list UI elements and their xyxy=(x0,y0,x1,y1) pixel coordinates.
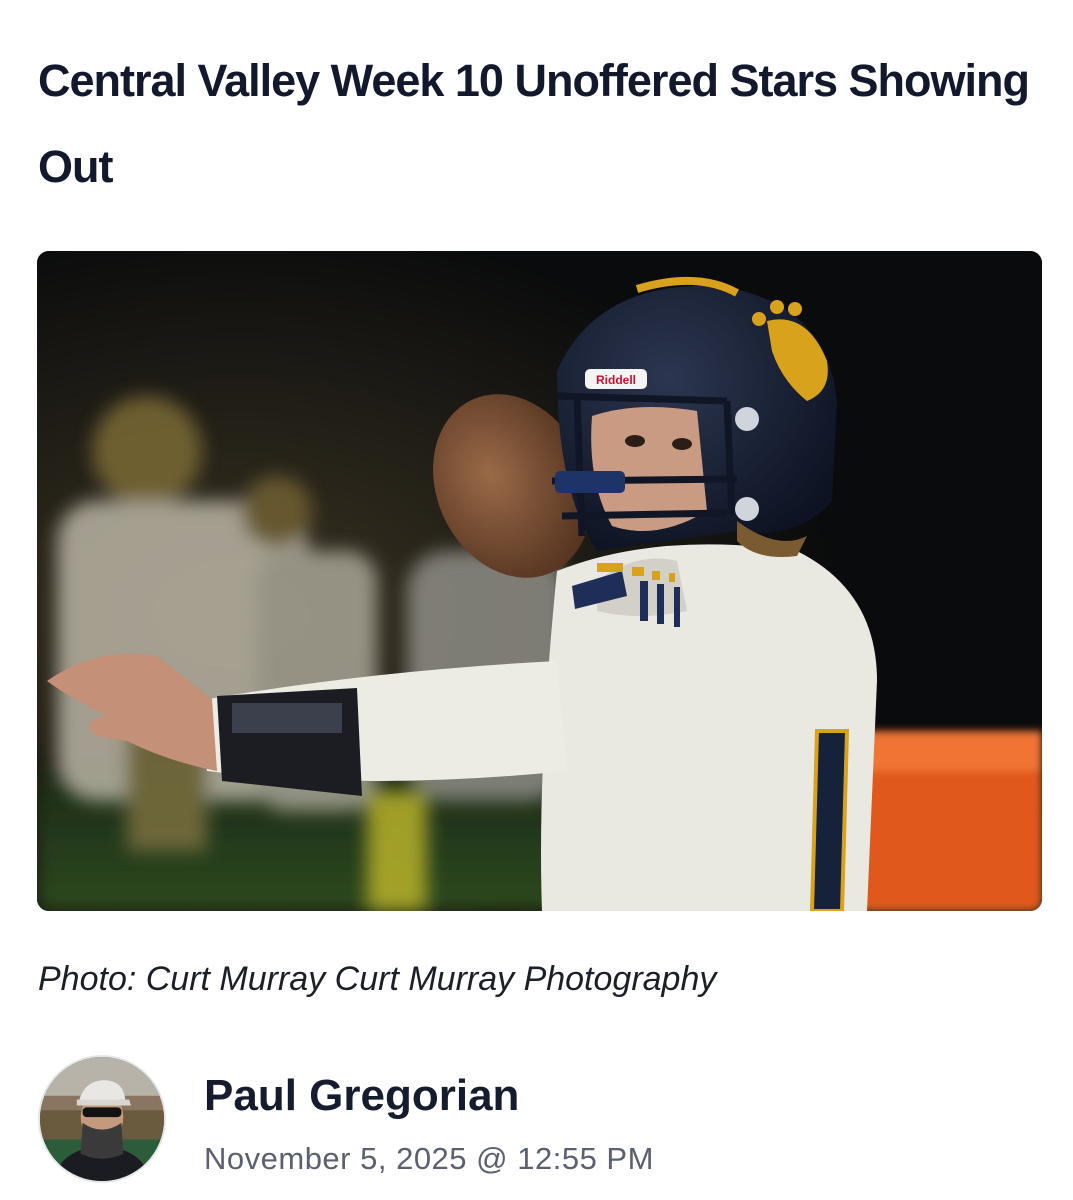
football-quarterback-photo-icon: Riddell xyxy=(37,251,1042,911)
article-title: Central Valley Week 10 Unoffered Stars S… xyxy=(38,55,1030,192)
author-byline: Paul Gregorian November 5, 2025 @ 12:55 … xyxy=(38,1055,1038,1185)
author-avatar-icon xyxy=(40,1057,164,1181)
photo-caption: Photo: Curt Murray Curt Murray Photograp… xyxy=(38,960,717,998)
author-avatar[interactable] xyxy=(38,1055,166,1183)
post-date: November 5, 2025 @ 12:55 PM xyxy=(204,1141,654,1176)
svg-text:Riddell: Riddell xyxy=(596,373,636,387)
author-name[interactable]: Paul Gregorian xyxy=(204,1071,519,1121)
hero-image[interactable]: Riddell xyxy=(37,251,1042,911)
